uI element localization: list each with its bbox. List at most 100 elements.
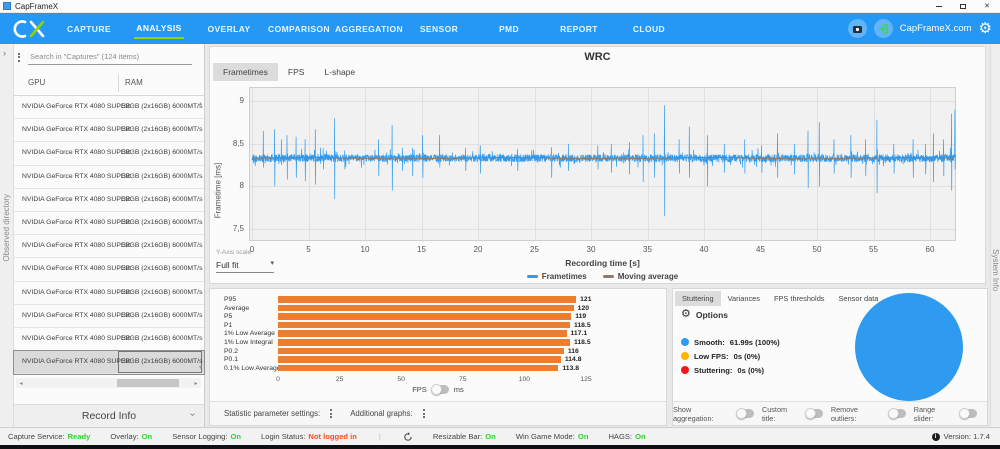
capture-row[interactable]: NVIDIA GeForce RTX 4080 SUPER32GB (2x16G… [14, 351, 204, 374]
kebab-menu-icon[interactable] [419, 407, 429, 420]
nav-tab-capture[interactable]: CAPTURE [54, 13, 124, 44]
maximize-button[interactable] [958, 1, 968, 11]
chart-options-footer: Show aggregation:Custom title:Remove out… [673, 401, 987, 425]
options-button[interactable]: ⚙ Options [681, 309, 728, 320]
login-button[interactable] [874, 19, 893, 38]
observed-directory-label: Observed directory [2, 194, 11, 262]
nav-tab-overlay[interactable]: OVERLAY [194, 13, 264, 44]
toggle-switch[interactable] [806, 409, 823, 418]
stuttering-tabs: StutteringVariancesFPS thresholdsSensor … [675, 291, 885, 306]
capture-row[interactable]: NVIDIA GeForce RTX 4080 SUPER32GB (2x16G… [14, 142, 204, 165]
expand-directory-chevron-icon[interactable]: › [3, 48, 6, 58]
capture-row[interactable]: NVIDIA GeForce RTX 4080 SUPER32GB (2x16G… [14, 189, 204, 212]
chart-tab-l-shape[interactable]: L-shape [314, 63, 365, 81]
scroll-up-icon[interactable]: ▴ [199, 100, 202, 107]
screenshot-button[interactable] [848, 19, 867, 38]
chart-tab-fps[interactable]: FPS [278, 63, 315, 81]
close-button[interactable]: ✕ [982, 1, 992, 11]
x-tick-label: 25 [523, 245, 547, 254]
scrollbar-thumb[interactable] [117, 379, 180, 387]
stat-bar[interactable] [278, 305, 574, 312]
x-tick-label: 40 [692, 245, 716, 254]
analysis-main: WRC FrametimesFPSL-shape Frametime [ms] … [205, 44, 990, 427]
stat-bar[interactable] [278, 313, 571, 320]
x-axis-label: Recording time [s] [249, 258, 956, 268]
stuttering-legend: Smooth:61.99s (100%)Low FPS:0s (0%)Stutt… [681, 335, 780, 377]
capture-row[interactable]: NVIDIA GeForce RTX 4080 SUPER32GB (2x16G… [14, 96, 204, 119]
nav-tab-comparison[interactable]: COMPARISON [264, 13, 334, 44]
legend-value: 0s (0%) [734, 352, 761, 361]
toggle-switch[interactable] [889, 409, 906, 418]
stat-bar[interactable] [278, 339, 570, 346]
captures-sidebar: Search in "Captures" (124 items) GPU RAM… [14, 44, 205, 427]
window-title: CapFrameX [15, 2, 58, 11]
stat-bar[interactable] [278, 322, 570, 329]
capture-gpu-cell: NVIDIA GeForce RTX 4080 SUPER [22, 103, 130, 110]
nav-tab-pmd[interactable]: PMD [474, 13, 544, 44]
settings-gear-icon[interactable]: ⚙ [979, 21, 992, 36]
stat-bar[interactable] [278, 365, 558, 372]
stat-bar[interactable] [278, 348, 564, 355]
stutter-tab-variances[interactable]: Variances [721, 291, 767, 306]
stat-bar[interactable] [278, 330, 567, 337]
toggle-switch[interactable] [737, 409, 754, 418]
bar-axis-tick: 100 [514, 376, 534, 383]
capture-row[interactable]: NVIDIA GeForce RTX 4080 SUPER32GB (2x16G… [14, 166, 204, 189]
stat-bar[interactable] [278, 296, 576, 303]
nav-tab-analysis[interactable]: ANALYSIS [124, 13, 194, 44]
legend-dot-icon [681, 352, 689, 360]
record-info-expander[interactable]: Record Info › [14, 404, 204, 427]
capture-row[interactable]: NVIDIA GeForce RTX 4080 SUPER32GB (2x16G… [14, 212, 204, 235]
capture-gpu-cell: NVIDIA GeForce RTX 4080 SUPER [22, 149, 130, 156]
horizontal-scrollbar[interactable]: ◂ ▸ [16, 378, 201, 388]
status-item: HAGS:On [608, 432, 645, 441]
statistics-footer: Statistic parameter settings:Additional … [210, 401, 666, 425]
stat-bar-row: 1% Low Integral118.5 [210, 338, 666, 347]
option-toggle-item: Custom title: [762, 405, 823, 423]
capture-gpu-cell: NVIDIA GeForce RTX 4080 SUPER [22, 335, 130, 342]
capture-row[interactable]: NVIDIA GeForce RTX 4080 SUPER32GB (2x16G… [14, 328, 204, 351]
captures-list: NVIDIA GeForce RTX 4080 SUPER32GB (2x16G… [14, 96, 204, 374]
kebab-menu-icon[interactable] [326, 407, 336, 420]
unit-fps-label[interactable]: FPS [412, 385, 427, 394]
system-info-strip[interactable]: System Info [990, 44, 1000, 427]
scrollbar-track[interactable] [26, 379, 191, 387]
stat-bar[interactable] [278, 356, 561, 363]
site-link[interactable]: CapFrameX.com [900, 23, 972, 34]
scroll-down-icon[interactable]: ▾ [199, 364, 202, 371]
capture-row[interactable]: NVIDIA GeForce RTX 4080 SUPER32GB (2x16G… [14, 305, 204, 328]
scroll-right-icon[interactable]: ▸ [191, 380, 201, 387]
stat-value: 120 [578, 305, 589, 312]
stutter-legend-item: Smooth:61.99s (100%) [681, 335, 780, 349]
capture-row[interactable]: NVIDIA GeForce RTX 4080 SUPER32GB (2x16G… [14, 119, 204, 142]
column-header-gpu[interactable]: GPU [28, 78, 45, 87]
stat-label: P5 [224, 313, 232, 320]
y-axis-scale-dropdown[interactable]: Full fit ▾ [216, 258, 274, 273]
capture-row[interactable]: NVIDIA GeForce RTX 4080 SUPER32GB (2x16G… [14, 282, 204, 305]
nav-tab-aggregation[interactable]: AGGREGATION [334, 13, 404, 44]
minimize-button[interactable] [934, 1, 944, 11]
capture-ram-cell: 32GB (2x16GB) 6000MT/s [122, 103, 202, 110]
stat-bar-row: Average 120 [210, 304, 666, 313]
stutter-tab-fps-thresholds[interactable]: FPS thresholds [767, 291, 832, 306]
chevron-down-icon: › [187, 413, 198, 416]
capture-row[interactable]: NVIDIA GeForce RTX 4080 SUPER32GB (2x16G… [14, 235, 204, 258]
nav-tab-cloud[interactable]: CLOUD [614, 13, 684, 44]
stutter-tab-stuttering[interactable]: Stuttering [675, 291, 721, 306]
toggle-switch[interactable] [960, 409, 977, 418]
refresh-icon[interactable] [403, 432, 413, 442]
observed-directory-strip[interactable]: › Observed directory [0, 44, 14, 427]
chart-tab-frametimes[interactable]: Frametimes [213, 63, 278, 81]
nav-tab-report[interactable]: REPORT [544, 13, 614, 44]
unit-ms-label[interactable]: ms [454, 385, 464, 394]
toggle-label: Show aggregation: [673, 405, 733, 423]
capture-row[interactable]: NVIDIA GeForce RTX 4080 SUPER32GB (2x16G… [14, 258, 204, 281]
nav-tab-sensor[interactable]: SENSOR [404, 13, 474, 44]
captures-menu-kebab-icon[interactable] [14, 51, 24, 64]
column-header-ram[interactable]: RAM [125, 78, 143, 87]
scroll-left-icon[interactable]: ◂ [16, 380, 26, 387]
search-input[interactable]: Search in "Captures" (124 items) [28, 49, 192, 65]
legend-dot-icon [681, 366, 689, 374]
fps-ms-toggle[interactable] [432, 385, 449, 394]
stat-label: Average [224, 305, 249, 312]
